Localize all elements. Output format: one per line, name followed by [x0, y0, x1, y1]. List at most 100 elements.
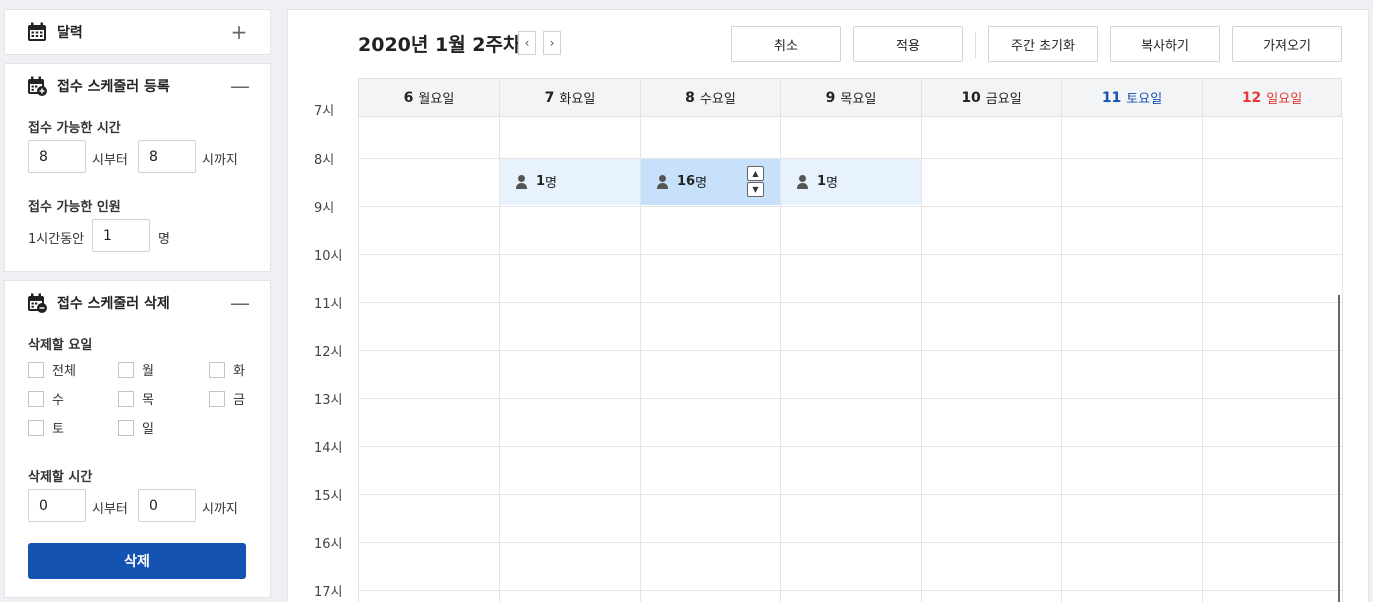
day-checkbox-wed[interactable]: 수 [28, 389, 64, 408]
calendar-icon [27, 22, 47, 42]
count-stepper[interactable]: ▲ ▼ [747, 166, 764, 197]
checkbox[interactable] [28, 390, 44, 407]
day-checkbox-thu[interactable]: 목 [118, 389, 154, 408]
hour-label: 12시 [314, 345, 343, 360]
day-name: 월요일 [418, 92, 455, 107]
register-panel: 접수 스케줄러 등록 — 접수 가능한 시간 시부터 시까지 접수 가능한 인원… [4, 63, 271, 272]
next-week-button[interactable]: › [543, 31, 561, 55]
week-title: 2020년 1월 2주차 [358, 34, 521, 56]
expand-icon[interactable]: + [230, 22, 248, 42]
grid-line [358, 350, 1342, 351]
register-people-input[interactable] [92, 219, 150, 252]
to-suffix: 시까지 [202, 502, 238, 517]
per-hour-prefix: 1시간동안 [28, 232, 85, 247]
day-checkbox-label: 수 [52, 393, 64, 408]
day-header-thu: 9 목요일 [780, 78, 921, 117]
grid-line [640, 117, 641, 602]
day-name: 수요일 [699, 92, 736, 107]
day-checkbox-all[interactable]: 전체 [28, 360, 76, 379]
hour-label: 10시 [314, 249, 343, 264]
day-checkbox-mon[interactable]: 월 [118, 360, 154, 379]
chevron-left-icon: ‹ [524, 36, 530, 50]
stepper-up-icon[interactable]: ▲ [747, 166, 764, 181]
day-header-sun: 12 일요일 [1202, 78, 1342, 117]
slot-cell-selected[interactable]: 16 명 ▲ ▼ [640, 158, 780, 205]
hour-label: 8시 [314, 153, 335, 168]
to-suffix: 시까지 [202, 153, 238, 168]
delete-panel-header[interactable]: 접수 스케줄러 삭제 — [5, 281, 270, 325]
reset-week-button[interactable]: 주간 초기화 [988, 26, 1098, 62]
checkbox[interactable] [209, 390, 225, 407]
hour-label: 13시 [314, 393, 343, 408]
import-button[interactable]: 가져오기 [1232, 26, 1342, 62]
grid-line [358, 590, 1342, 591]
person-icon [796, 174, 810, 189]
available-people-label: 접수 가능한 인원 [28, 200, 121, 215]
calendar-remove-icon [27, 293, 47, 313]
grid-line [499, 117, 500, 602]
copy-button[interactable]: 복사하기 [1110, 26, 1220, 62]
grid-line [358, 254, 1342, 255]
delete-button[interactable]: 삭제 [28, 543, 246, 579]
checkbox[interactable] [28, 361, 44, 378]
day-checkbox-sun[interactable]: 일 [118, 418, 154, 437]
grid-line [358, 117, 359, 602]
grid-line [780, 117, 781, 602]
day-date: 7 [544, 89, 555, 106]
apply-button[interactable]: 적용 [853, 26, 963, 62]
chevron-right-icon: › [549, 36, 555, 50]
hour-label: 11시 [314, 297, 343, 312]
checkbox[interactable] [118, 361, 134, 378]
day-checkbox-label: 화 [233, 364, 245, 379]
delete-to-hour-input[interactable] [138, 489, 196, 522]
day-checkbox-sat[interactable]: 토 [28, 418, 64, 437]
checkbox[interactable] [118, 390, 134, 407]
slot-count: 16 [677, 174, 696, 189]
day-checkbox-label: 금 [233, 393, 245, 408]
grid-line [358, 206, 1342, 207]
delete-from-hour-input[interactable] [28, 489, 86, 522]
slot-cell[interactable]: 1명 [499, 158, 640, 205]
grid-line [358, 158, 1342, 159]
checkbox[interactable] [209, 361, 225, 378]
calendar-add-icon [27, 76, 47, 96]
day-checkbox-tue[interactable]: 화 [209, 360, 245, 379]
day-date: 8 [685, 89, 695, 106]
people-suffix: 명 [158, 232, 170, 247]
cancel-button[interactable]: 취소 [731, 26, 841, 62]
register-to-hour-input[interactable] [138, 140, 196, 173]
day-checkbox-fri[interactable]: 금 [209, 389, 245, 408]
day-name: 금요일 [985, 92, 1022, 107]
hour-label: 16시 [314, 537, 343, 552]
scrollbar[interactable] [1338, 295, 1340, 602]
grid-line [358, 446, 1342, 447]
grid-line [1061, 117, 1062, 602]
prev-week-button[interactable]: ‹ [518, 31, 536, 55]
delete-panel-title: 접수 스케줄러 삭제 [57, 296, 170, 312]
register-panel-title: 접수 스케줄러 등록 [57, 79, 170, 95]
collapse-icon[interactable]: — [230, 293, 250, 313]
hour-label: 15시 [314, 489, 343, 504]
available-time-label: 접수 가능한 시간 [28, 121, 121, 136]
slot-unit: 명 [695, 176, 708, 191]
collapse-icon[interactable]: — [230, 76, 250, 96]
person-icon [515, 174, 529, 189]
hour-label: 14시 [314, 441, 343, 456]
calendar-panel-header[interactable]: 달력 + [5, 10, 270, 54]
delete-days-label: 삭제할 요일 [28, 338, 93, 353]
checkbox[interactable] [118, 419, 134, 436]
calendar-panel-title: 달력 [57, 25, 83, 41]
slot-cell[interactable]: 1명 [780, 158, 921, 205]
grid-line [1342, 117, 1343, 602]
delete-panel: 접수 스케줄러 삭제 — 삭제할 요일 전체 월 화 수 목 금 토 일 삭제할… [4, 280, 271, 598]
register-panel-header[interactable]: 접수 스케줄러 등록 — [5, 64, 270, 108]
from-suffix: 시부터 [92, 153, 128, 168]
hour-label: 9시 [314, 201, 335, 216]
day-header-tue: 7 화요일 [499, 78, 640, 117]
day-name: 토요일 [1126, 92, 1163, 107]
checkbox[interactable] [28, 419, 44, 436]
stepper-down-icon[interactable]: ▼ [747, 182, 764, 197]
register-from-hour-input[interactable] [28, 140, 86, 173]
day-header-fri: 10 금요일 [921, 78, 1061, 117]
day-checkbox-label: 일 [142, 422, 154, 437]
